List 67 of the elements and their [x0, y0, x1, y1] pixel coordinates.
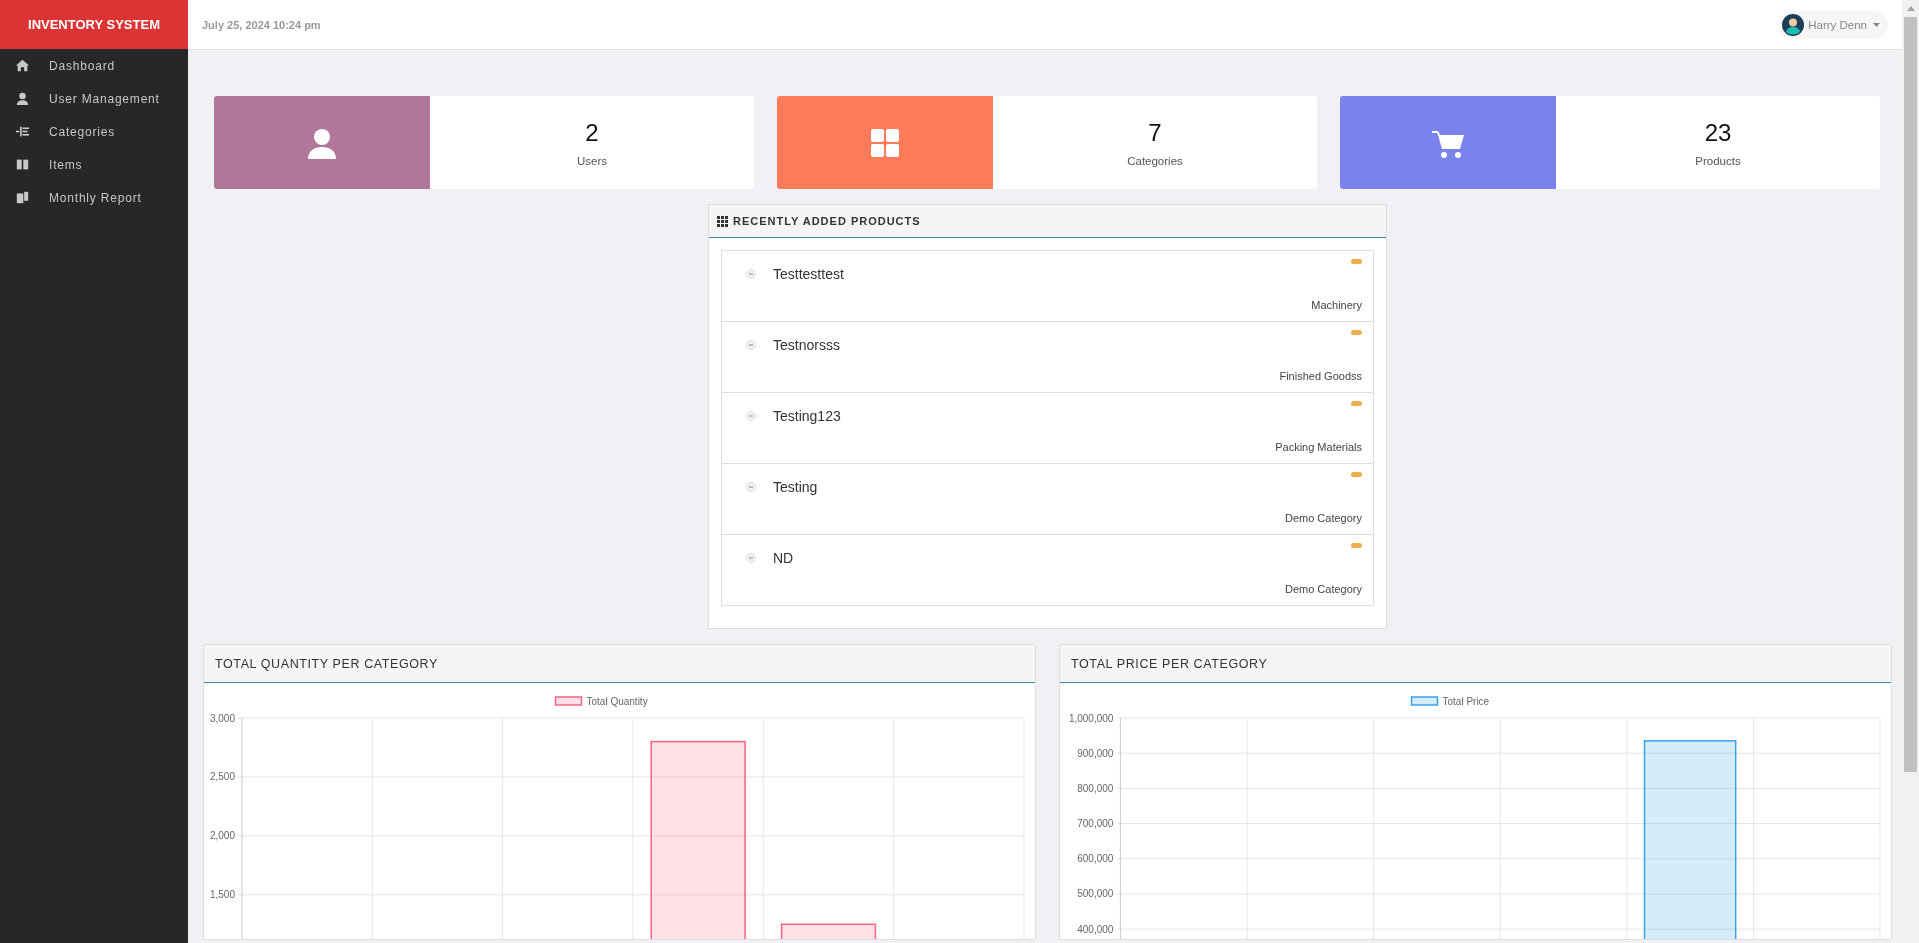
- product-category: Demo Category: [1284, 512, 1362, 524]
- scrollbar[interactable]: [1902, 0, 1919, 943]
- stat-value: 23: [1704, 118, 1732, 147]
- badge: [1351, 259, 1362, 264]
- badge: [1351, 401, 1362, 406]
- sidebar-item[interactable]: Monthly Report: [0, 181, 188, 214]
- product-name: Testing: [773, 479, 818, 495]
- product-item[interactable]: Testtesttest Machinery: [722, 251, 1373, 322]
- grid-icon: [869, 126, 901, 159]
- user-icon: [306, 126, 338, 159]
- home-icon: [16, 59, 29, 72]
- product-name: Testnorsss: [773, 337, 840, 353]
- axis-tick-label: 700,000: [1077, 818, 1114, 830]
- chart-title: TOTAL PRICE PER CATEGORY: [1070, 656, 1268, 671]
- grid-icon: [717, 215, 728, 227]
- list-icon: [16, 125, 29, 138]
- sidebar-item[interactable]: User Management: [0, 82, 188, 115]
- sidebar-item[interactable]: Dashboard: [0, 49, 188, 82]
- badge: [1351, 543, 1362, 548]
- scroll-up-icon[interactable]: [1906, 6, 1915, 11]
- product-name: Testing123: [773, 408, 841, 424]
- scrollbar-thumb[interactable]: [1904, 17, 1917, 772]
- stat-label: Users: [577, 154, 607, 167]
- product-item[interactable]: Testing123 Packing Materials: [722, 393, 1373, 464]
- date-time: July 25, 2024 10:24 pm: [202, 18, 321, 31]
- axis-tick-label: 800,000: [1077, 782, 1114, 794]
- columns-icon: [16, 158, 29, 171]
- axis-tick-label: 1,000,000: [1068, 712, 1114, 724]
- badge: [1351, 472, 1362, 477]
- legend-label: Total Quantity: [586, 695, 648, 707]
- product-thumbnail: [746, 340, 756, 350]
- axis-tick-label: 3,000: [209, 712, 235, 724]
- product-category: Machinery: [1311, 299, 1362, 311]
- product-item[interactable]: Testing Demo Category: [722, 464, 1373, 535]
- product-category: Finished Goodss: [1279, 370, 1362, 382]
- product-thumbnail: [746, 482, 756, 492]
- product-thumbnail: [746, 553, 756, 563]
- stat-label: Categories: [1127, 154, 1183, 167]
- product-name: ND: [773, 550, 794, 566]
- product-thumbnail: [746, 269, 756, 279]
- axis-tick-label: 900,000: [1077, 747, 1114, 759]
- axis-tick-label: 2,500: [209, 771, 235, 783]
- stat-value: 2: [585, 118, 599, 147]
- product-category: Packing Materials: [1275, 441, 1362, 453]
- panel-title: RECENTLY ADDED PRODUCTS: [733, 215, 921, 227]
- axis-tick-label: 1,500: [209, 889, 235, 901]
- files-icon: [16, 191, 29, 204]
- brand-title: INVENTORY SYSTEM: [0, 0, 188, 49]
- axis-tick-label: 600,000: [1077, 853, 1114, 865]
- badge: [1351, 330, 1362, 335]
- legend-label: Total Price: [1442, 695, 1490, 707]
- axis-tick-label: 500,000: [1077, 888, 1114, 900]
- caret-icon: [1873, 22, 1880, 27]
- product-item[interactable]: Testnorsss Finished Goodss: [722, 322, 1373, 393]
- chart-title: TOTAL QUANTITY PER CATEGORY: [214, 656, 438, 671]
- avatar-icon: [1782, 13, 1805, 36]
- stat-value: 7: [1148, 118, 1162, 147]
- sidebar-item[interactable]: Items: [0, 148, 188, 181]
- user-icon: [16, 92, 29, 105]
- product-category: Demo Category: [1284, 583, 1362, 595]
- axis-tick-label: 2,000: [209, 830, 235, 842]
- product-name: Testtesttest: [773, 266, 844, 282]
- axis-tick-label: 400,000: [1077, 923, 1114, 935]
- stat-label: Products: [1695, 154, 1741, 167]
- sidebar-item[interactable]: Categories: [0, 115, 188, 148]
- product-item[interactable]: ND Demo Category: [722, 535, 1373, 606]
- product-thumbnail: [746, 411, 756, 421]
